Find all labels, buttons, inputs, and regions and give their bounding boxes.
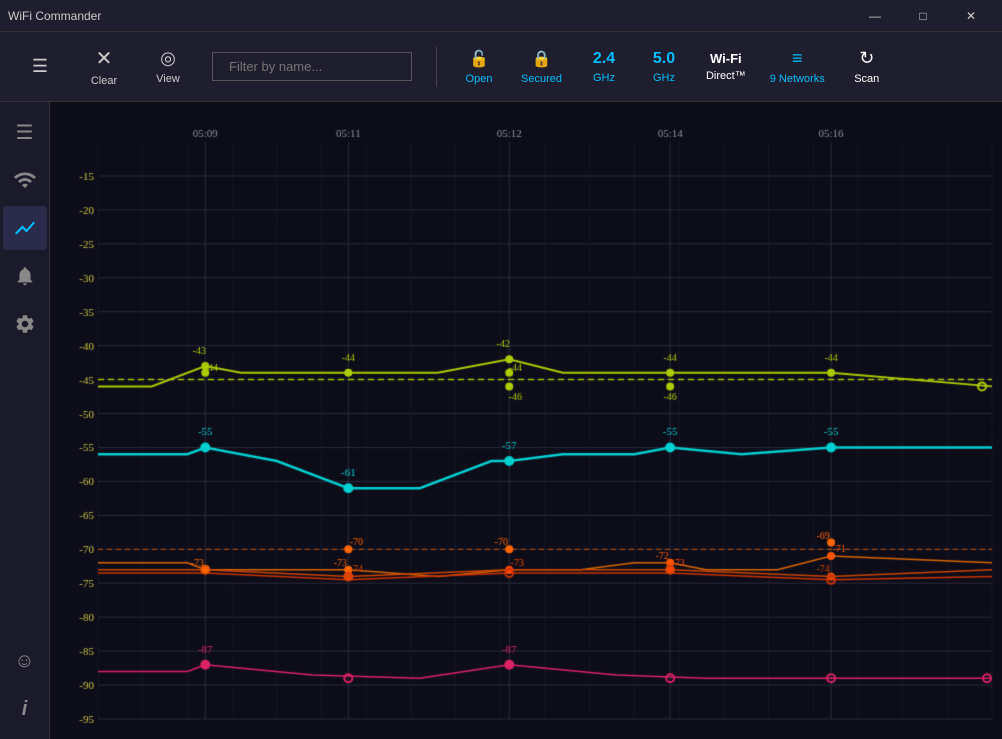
sidebar-item-bell[interactable] <box>3 254 47 298</box>
window-controls: — □ ✕ <box>852 0 994 32</box>
open-filter-button[interactable]: 🔓 Open <box>461 49 497 85</box>
main-layout: ☰ ☺ i dBm Speed: 150% Scanning... 12 <box>0 102 1002 739</box>
clear-icon: ✕ <box>96 46 113 71</box>
sidebar-item-chart[interactable] <box>3 206 47 250</box>
ghz24-filter-button[interactable]: 2.4 GHz <box>586 50 622 84</box>
open-icon: 🔓 <box>469 49 489 69</box>
scan-label: Scan <box>854 73 879 85</box>
wifi-direct-value: Wi-Fi <box>710 51 742 66</box>
wifi-direct-label: Direct™ <box>706 70 746 82</box>
app-title: WiFi Commander <box>8 9 101 23</box>
wifi-direct-filter-button[interactable]: Wi-Fi Direct™ <box>706 51 746 82</box>
filter-input[interactable] <box>212 52 412 81</box>
ghz50-filter-button[interactable]: 5.0 GHz <box>646 50 682 84</box>
open-label: Open <box>466 73 493 85</box>
toolbar: ☰ ✕ Clear ◎ View 🔓 Open 🔒 Secured 2.4 GH… <box>0 32 1002 102</box>
ghz50-label: GHz <box>653 72 675 84</box>
sidebar-item-wifi[interactable] <box>3 158 47 202</box>
networks-button[interactable]: ≡ 9 Networks <box>770 48 825 85</box>
secured-icon: 🔒 <box>532 49 552 69</box>
ghz50-value: 5.0 <box>653 50 675 68</box>
menu-button[interactable]: ☰ <box>20 56 60 77</box>
ghz24-label: GHz <box>593 72 615 84</box>
sidebar-item-smiley[interactable]: ☺ <box>3 639 47 683</box>
ghz24-value: 2.4 <box>593 50 615 68</box>
scan-button[interactable]: ↻ Scan <box>849 48 885 85</box>
minimize-button[interactable]: — <box>852 0 898 32</box>
sidebar-item-settings[interactable] <box>3 302 47 346</box>
toolbar-separator <box>436 47 437 87</box>
view-icon: ◎ <box>160 48 176 69</box>
sidebar-item-menu[interactable]: ☰ <box>3 110 47 154</box>
sidebar-item-info[interactable]: i <box>3 687 47 731</box>
clear-label: Clear <box>91 75 117 87</box>
view-label: View <box>156 73 180 85</box>
menu-icon: ☰ <box>32 56 48 77</box>
sidebar: ☰ ☺ i <box>0 102 50 739</box>
signal-chart <box>50 102 1002 739</box>
chart-area: dBm Speed: 150% Scanning... 12 <box>50 102 1002 739</box>
close-button[interactable]: ✕ <box>948 0 994 32</box>
view-button[interactable]: ◎ View <box>148 48 188 85</box>
scan-icon: ↻ <box>859 48 874 69</box>
title-bar: WiFi Commander — □ ✕ <box>0 0 1002 32</box>
maximize-button[interactable]: □ <box>900 0 946 32</box>
networks-icon: ≡ <box>792 48 803 69</box>
networks-label: 9 Networks <box>770 73 825 85</box>
secured-label: Secured <box>521 73 562 85</box>
clear-button[interactable]: ✕ Clear <box>84 46 124 87</box>
secured-filter-button[interactable]: 🔒 Secured <box>521 49 562 85</box>
